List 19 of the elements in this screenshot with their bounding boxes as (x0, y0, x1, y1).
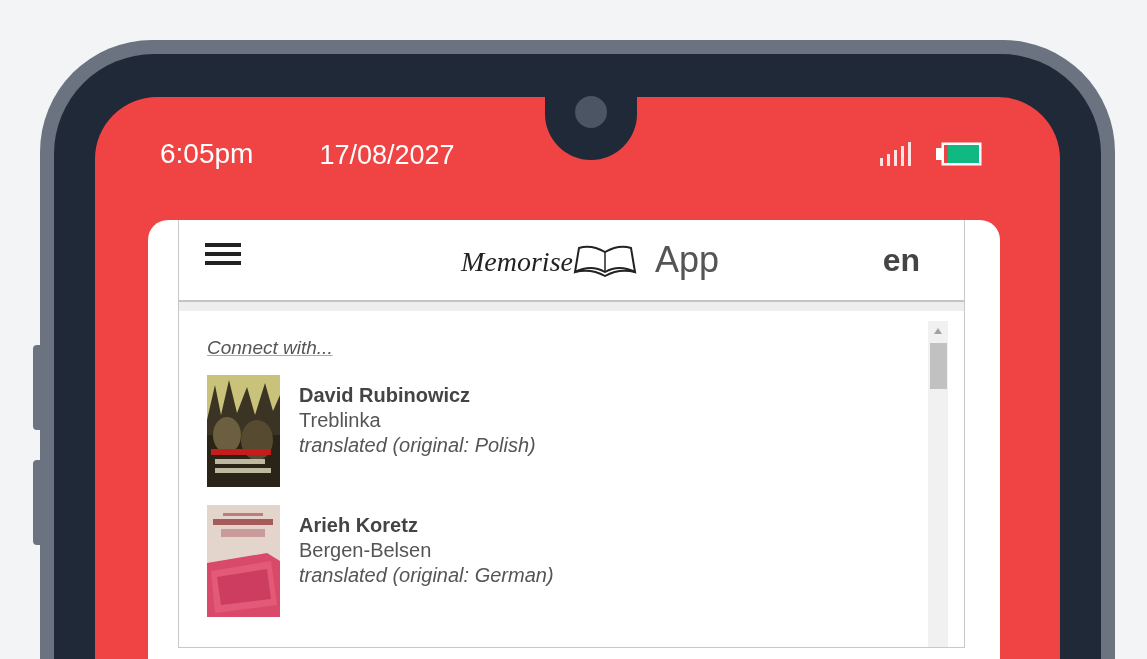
scroll-up-icon[interactable] (933, 327, 943, 335)
logo-text: Memorise (461, 246, 573, 278)
translation-note: translated (original: Polish) (299, 434, 536, 457)
status-date: 17/08/2027 (319, 140, 455, 171)
scrollbar[interactable] (928, 321, 948, 647)
place-name: Bergen-Belsen (299, 539, 433, 562)
status-time: 6:05pm (160, 137, 254, 170)
place-name: Treblinka (299, 409, 382, 432)
section-heading: Connect with... (207, 337, 333, 359)
battery-icon (936, 141, 982, 166)
camera-icon (575, 96, 607, 128)
language-selector[interactable]: en (882, 241, 920, 279)
scroll-thumb[interactable] (929, 343, 947, 389)
signal-icon (880, 141, 914, 166)
person-name[interactable]: David Rubinowicz (299, 384, 536, 407)
translation-note: translated (original: German) (299, 564, 554, 587)
app-title: App (655, 239, 720, 281)
menu-icon[interactable] (205, 242, 241, 266)
person-name[interactable]: Arieh Koretz (299, 514, 554, 537)
